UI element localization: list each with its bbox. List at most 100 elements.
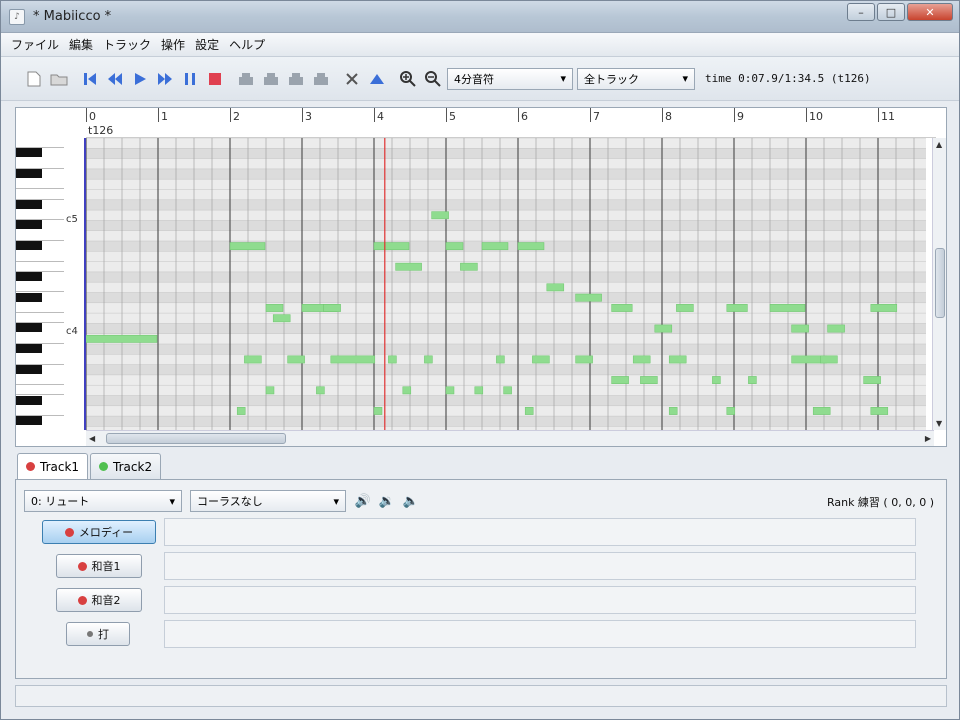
menu-operation[interactable]: 操作 bbox=[161, 36, 185, 53]
piano-white-key[interactable] bbox=[16, 302, 64, 314]
delete-mode-icon[interactable] bbox=[310, 68, 332, 90]
piano-white-key[interactable] bbox=[16, 333, 64, 344]
piano-black-key[interactable] bbox=[16, 220, 42, 230]
piano-white-key[interactable] bbox=[16, 230, 64, 241]
piano-white-key[interactable] bbox=[16, 405, 64, 417]
piano-white-key[interactable] bbox=[16, 179, 64, 190]
measure-ruler[interactable]: 0 1 2 3 4 5 6 7 8 9 10 11 bbox=[86, 108, 936, 138]
volume-high-icon[interactable]: 🔊 bbox=[354, 492, 372, 510]
part-chord1-lane[interactable] bbox=[164, 552, 916, 580]
piano-black-key[interactable] bbox=[16, 241, 42, 250]
measure-tick bbox=[446, 108, 447, 122]
piano-black-key[interactable] bbox=[16, 148, 42, 158]
instrument-select[interactable]: 0: リュート ▾ bbox=[24, 490, 182, 512]
open-file-icon[interactable] bbox=[48, 68, 70, 90]
stop-icon[interactable] bbox=[204, 68, 226, 90]
pause-icon[interactable] bbox=[179, 68, 201, 90]
note-length-select[interactable]: 4分音符 ▾ bbox=[447, 67, 573, 90]
measure-number: 4 bbox=[377, 110, 384, 123]
track-controls: 0: リュート ▾ コーラスなし ▾ 🔊 🔉 🔈 bbox=[24, 490, 426, 512]
mute-icon[interactable]: 🔈 bbox=[402, 492, 420, 510]
piano-white-key[interactable] bbox=[16, 374, 64, 386]
scroll-up-icon[interactable]: ▲ bbox=[936, 140, 942, 149]
vertical-scrollbar[interactable]: ▲ ▼ bbox=[932, 138, 946, 430]
measure-tick bbox=[590, 108, 591, 122]
pencil-tool-icon[interactable] bbox=[341, 68, 363, 90]
note-grid[interactable] bbox=[86, 138, 926, 430]
horizontal-scroll-thumb[interactable] bbox=[106, 433, 286, 444]
minimize-button[interactable]: – bbox=[847, 3, 875, 21]
piano-white-key[interactable] bbox=[16, 385, 64, 396]
note-block bbox=[236, 407, 246, 415]
part-melody-lane[interactable] bbox=[164, 518, 916, 546]
piano-white-key[interactable] bbox=[16, 138, 64, 149]
piano-black-key[interactable] bbox=[16, 292, 42, 302]
note-block bbox=[611, 304, 633, 312]
piano-white-key[interactable] bbox=[16, 261, 64, 272]
tab-track2-label: Track2 bbox=[113, 459, 153, 474]
piano-white-key[interactable] bbox=[16, 158, 64, 169]
piano-white-key[interactable] bbox=[16, 313, 64, 324]
part-chord1-button[interactable]: 和音1 bbox=[56, 554, 142, 578]
menu-track[interactable]: トラック bbox=[103, 36, 151, 53]
fast-forward-icon[interactable] bbox=[154, 68, 176, 90]
menu-file[interactable]: ファイル bbox=[11, 36, 59, 53]
part-percussion-lane[interactable] bbox=[164, 620, 916, 648]
track-display-select[interactable]: 全トラック ▾ bbox=[577, 67, 695, 90]
rewind-icon[interactable] bbox=[104, 68, 126, 90]
volume-low-icon[interactable]: 🔉 bbox=[378, 492, 396, 510]
piano-black-key[interactable] bbox=[16, 199, 42, 209]
piano-black-key[interactable] bbox=[16, 271, 42, 281]
note-block bbox=[373, 407, 383, 415]
play-icon[interactable] bbox=[129, 68, 151, 90]
chorus-select[interactable]: コーラスなし ▾ bbox=[190, 490, 346, 512]
zoom-in-icon[interactable] bbox=[397, 68, 419, 90]
piano-black-key[interactable] bbox=[16, 395, 42, 405]
menu-help[interactable]: ヘルプ bbox=[229, 36, 265, 53]
vertical-scroll-thumb[interactable] bbox=[935, 248, 945, 318]
piano-white-key[interactable] bbox=[16, 210, 64, 221]
note-block bbox=[546, 283, 565, 292]
note-block bbox=[395, 262, 422, 271]
piano-black-key[interactable] bbox=[16, 416, 42, 426]
scroll-left-icon[interactable]: ◀ bbox=[89, 434, 95, 443]
go-to-start-icon[interactable] bbox=[79, 68, 101, 90]
piano-white-key[interactable] bbox=[16, 251, 64, 262]
measure-number: 1 bbox=[161, 110, 168, 123]
wave-tool-icon[interactable] bbox=[366, 68, 388, 90]
app-window: ♪ * Mabiicco * – □ ✕ ファイル 編集 トラック 操作 設定 … bbox=[0, 0, 960, 720]
piano-black-key[interactable] bbox=[16, 168, 42, 178]
piano-black-key[interactable] bbox=[16, 364, 42, 374]
part-chord2-lane[interactable] bbox=[164, 586, 916, 614]
horizontal-scrollbar[interactable]: ◀ ▶ bbox=[86, 430, 934, 446]
scroll-down-icon[interactable]: ▼ bbox=[936, 419, 942, 428]
select-mode-icon[interactable] bbox=[260, 68, 282, 90]
note-grid-canvas[interactable] bbox=[86, 138, 926, 430]
piano-black-key[interactable] bbox=[16, 323, 42, 333]
edit-mode-icon[interactable] bbox=[235, 68, 257, 90]
maximize-button[interactable]: □ bbox=[877, 3, 905, 21]
scroll-right-icon[interactable]: ▶ bbox=[925, 434, 931, 443]
note-block bbox=[431, 211, 449, 220]
note-block bbox=[323, 304, 341, 312]
piano-roll-editor[interactable]: 0 1 2 3 4 5 6 7 8 9 10 11 t126 c5 c4 ▲ ▼ ◀ ▶ bbox=[15, 107, 947, 447]
part-chord2-button[interactable]: 和音2 bbox=[56, 588, 142, 612]
part-percussion-button[interactable]: 打 bbox=[66, 622, 130, 646]
piano-white-key[interactable] bbox=[16, 189, 64, 200]
close-button[interactable]: ✕ bbox=[907, 3, 953, 21]
menu-settings[interactable]: 設定 bbox=[195, 36, 219, 53]
piano-black-key[interactable] bbox=[16, 344, 42, 353]
drag-mode-icon[interactable] bbox=[285, 68, 307, 90]
zoom-out-icon[interactable] bbox=[422, 68, 444, 90]
tab-track1[interactable]: Track1 bbox=[17, 453, 89, 479]
measure-tick bbox=[158, 108, 159, 122]
tab-track2[interactable]: Track2 bbox=[90, 453, 162, 479]
piano-white-key[interactable] bbox=[16, 282, 64, 293]
piano-white-key[interactable] bbox=[16, 426, 64, 430]
menu-edit[interactable]: 編集 bbox=[69, 36, 93, 53]
piano-white-key[interactable] bbox=[16, 354, 64, 365]
part-melody-button[interactable]: メロディー bbox=[42, 520, 156, 544]
piano-keyboard[interactable]: c5 c4 bbox=[16, 138, 86, 430]
note-block bbox=[445, 242, 464, 251]
new-file-icon[interactable] bbox=[23, 68, 45, 90]
